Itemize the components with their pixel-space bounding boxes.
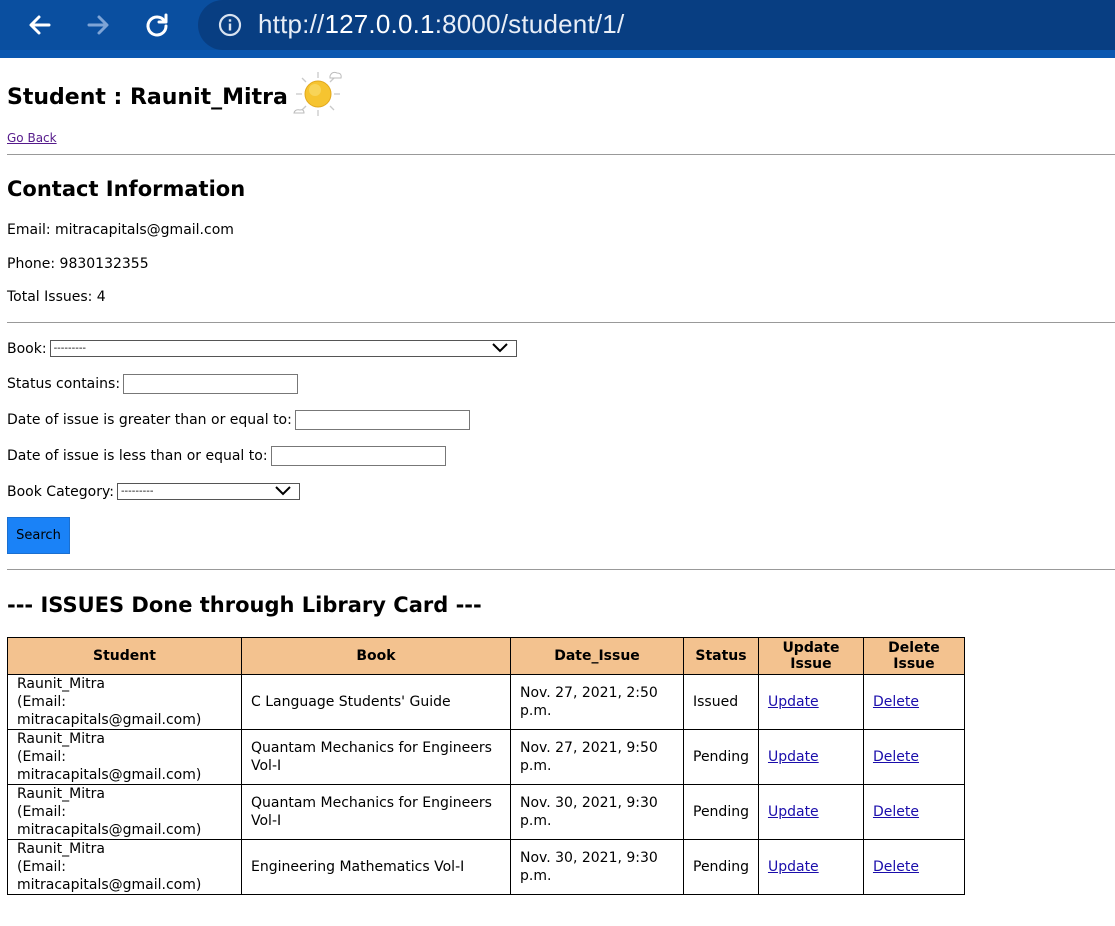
cell-book: Quantam Mechanics for Engineers Vol-I — [241, 729, 511, 785]
category-select[interactable]: --------- — [116, 483, 300, 500]
cell-date: Nov. 30, 2021, 9:30 p.m. — [510, 839, 684, 895]
book-filter-label: Book: — [7, 340, 47, 357]
cell-update: Update — [757, 674, 864, 730]
cell-book: Quantam Mechanics for Engineers Vol-I — [241, 784, 511, 840]
student-email: (Email: mitracapitals@gmail.com) — [17, 749, 202, 783]
contact-heading: Contact Information — [7, 177, 246, 201]
student-name: Raunit_Mitra — [17, 731, 105, 747]
url-prefix: http:// — [258, 9, 325, 39]
status-input[interactable] — [123, 374, 299, 394]
book-filter-row: Book: --------- — [7, 340, 517, 357]
url-host: 127.0.0.1 — [324, 9, 435, 39]
sun-icon — [293, 71, 342, 116]
column-header-status: Status — [683, 637, 759, 675]
category-select-value: --------- — [116, 483, 300, 500]
cell-book: Engineering Mathematics Vol-I — [241, 839, 511, 895]
cell-date: Nov. 30, 2021, 9:30 p.m. — [510, 784, 684, 840]
table-row: Raunit_Mitra (Email: mitracapitals@gmail.… — [7, 674, 965, 730]
cell-book: C Language Students' Guide — [241, 674, 511, 730]
cell-date: Nov. 27, 2021, 9:50 p.m. — [510, 729, 684, 785]
cell-student: Raunit_Mitra (Email: mitracapitals@gmail.… — [7, 674, 242, 730]
cell-status: Pending — [683, 784, 759, 840]
student-email: (Email: mitracapitals@gmail.com) — [17, 804, 202, 838]
info-icon — [218, 13, 242, 37]
cell-status: Pending — [683, 729, 759, 785]
forward-arrow-icon — [87, 15, 109, 35]
back-button[interactable] — [22, 7, 58, 43]
cell-update: Update — [757, 729, 864, 785]
cell-student: Raunit_Mitra (Email: mitracapitals@gmail.… — [7, 729, 242, 785]
column-header-book: Book — [241, 637, 511, 675]
chevron-down-icon — [491, 343, 508, 353]
update-link[interactable]: Update — [768, 804, 819, 820]
url-path: :8000/student/1/ — [434, 9, 625, 39]
category-filter-label: Book Category: — [7, 483, 114, 500]
contact-total-issues: Total Issues: 4 — [7, 289, 106, 305]
update-link[interactable]: Update — [768, 749, 819, 765]
book-select[interactable]: --------- — [49, 340, 517, 357]
cell-status: Pending — [683, 839, 759, 895]
title-row: Student : Raunit_Mitra — [7, 71, 346, 122]
book-select-value: --------- — [49, 340, 517, 357]
cell-status: Issued — [683, 674, 759, 730]
student-email: (Email: mitracapitals@gmail.com) — [17, 694, 202, 728]
back-arrow-icon — [29, 15, 51, 35]
reload-button[interactable] — [139, 7, 175, 43]
date-gte-input[interactable] — [294, 410, 470, 430]
delete-link[interactable]: Delete — [873, 749, 919, 765]
browser-toolbar: http://127.0.0.1:8000/student/1/ — [0, 0, 1115, 58]
cell-update: Update — [757, 784, 864, 840]
table-row: Raunit_Mitra (Email: mitracapitals@gmail.… — [7, 784, 965, 840]
column-header-update: Update Issue — [757, 637, 864, 675]
student-email: (Email: mitracapitals@gmail.com) — [17, 859, 202, 893]
reload-icon — [146, 13, 168, 37]
delete-link[interactable]: Delete — [873, 694, 919, 710]
divider — [7, 322, 1115, 323]
cell-delete: Delete — [862, 674, 965, 730]
issues-heading: --- ISSUES Done through Library Card --- — [7, 593, 482, 617]
url-text: http://127.0.0.1:8000/student/1/ — [258, 9, 624, 40]
cell-delete: Delete — [862, 839, 965, 895]
student-name: Raunit_Mitra — [17, 786, 105, 802]
search-button[interactable]: Search — [7, 517, 70, 554]
cell-date: Nov. 27, 2021, 2:50 p.m. — [510, 674, 684, 730]
delete-link[interactable]: Delete — [873, 859, 919, 875]
status-filter-label: Status contains: — [7, 376, 121, 392]
table-row: Raunit_Mitra (Email: mitracapitals@gmail.… — [7, 839, 965, 895]
column-header-delete: Delete Issue — [862, 637, 965, 675]
go-back-link[interactable]: Go Back — [7, 131, 57, 145]
date-gte-filter-row: Date of issue is greater than or equal t… — [7, 410, 470, 430]
chevron-down-icon — [275, 486, 291, 496]
cell-student: Raunit_Mitra (Email: mitracapitals@gmail.… — [7, 839, 242, 895]
forward-button[interactable] — [80, 7, 116, 43]
table-row: Raunit_Mitra (Email: mitracapitals@gmail.… — [7, 729, 965, 785]
issues-table: Student Book Date_Issue Status Update Is… — [7, 637, 965, 895]
address-bar[interactable]: http://127.0.0.1:8000/student/1/ — [198, 0, 1115, 50]
cell-delete: Delete — [862, 729, 965, 785]
student-name: Raunit_Mitra — [17, 841, 105, 857]
student-name: Raunit_Mitra — [17, 676, 105, 692]
update-link[interactable]: Update — [768, 859, 819, 875]
table-header-row: Student Book Date_Issue Status Update Is… — [7, 637, 965, 675]
column-header-date: Date_Issue — [510, 637, 684, 675]
contact-email: Email: mitracapitals@gmail.com — [7, 222, 234, 238]
update-link[interactable]: Update — [768, 694, 819, 710]
contact-phone: Phone: 9830132355 — [7, 256, 149, 272]
date-gte-label: Date of issue is greater than or equal t… — [7, 412, 292, 428]
divider — [7, 569, 1115, 570]
divider — [7, 154, 1115, 155]
category-filter-row: Book Category: --------- — [7, 483, 300, 500]
toolbar-accent — [0, 50, 1115, 58]
page-title: Student : Raunit_Mitra — [7, 84, 288, 110]
cell-delete: Delete — [862, 784, 965, 840]
cell-update: Update — [757, 839, 864, 895]
column-header-student: Student — [7, 637, 242, 675]
date-lte-input[interactable] — [270, 446, 446, 466]
delete-link[interactable]: Delete — [873, 804, 919, 820]
date-lte-filter-row: Date of issue is less than or equal to: — [7, 446, 446, 466]
status-filter-row: Status contains: — [7, 374, 299, 394]
cell-student: Raunit_Mitra (Email: mitracapitals@gmail.… — [7, 784, 242, 840]
date-lte-label: Date of issue is less than or equal to: — [7, 448, 268, 464]
